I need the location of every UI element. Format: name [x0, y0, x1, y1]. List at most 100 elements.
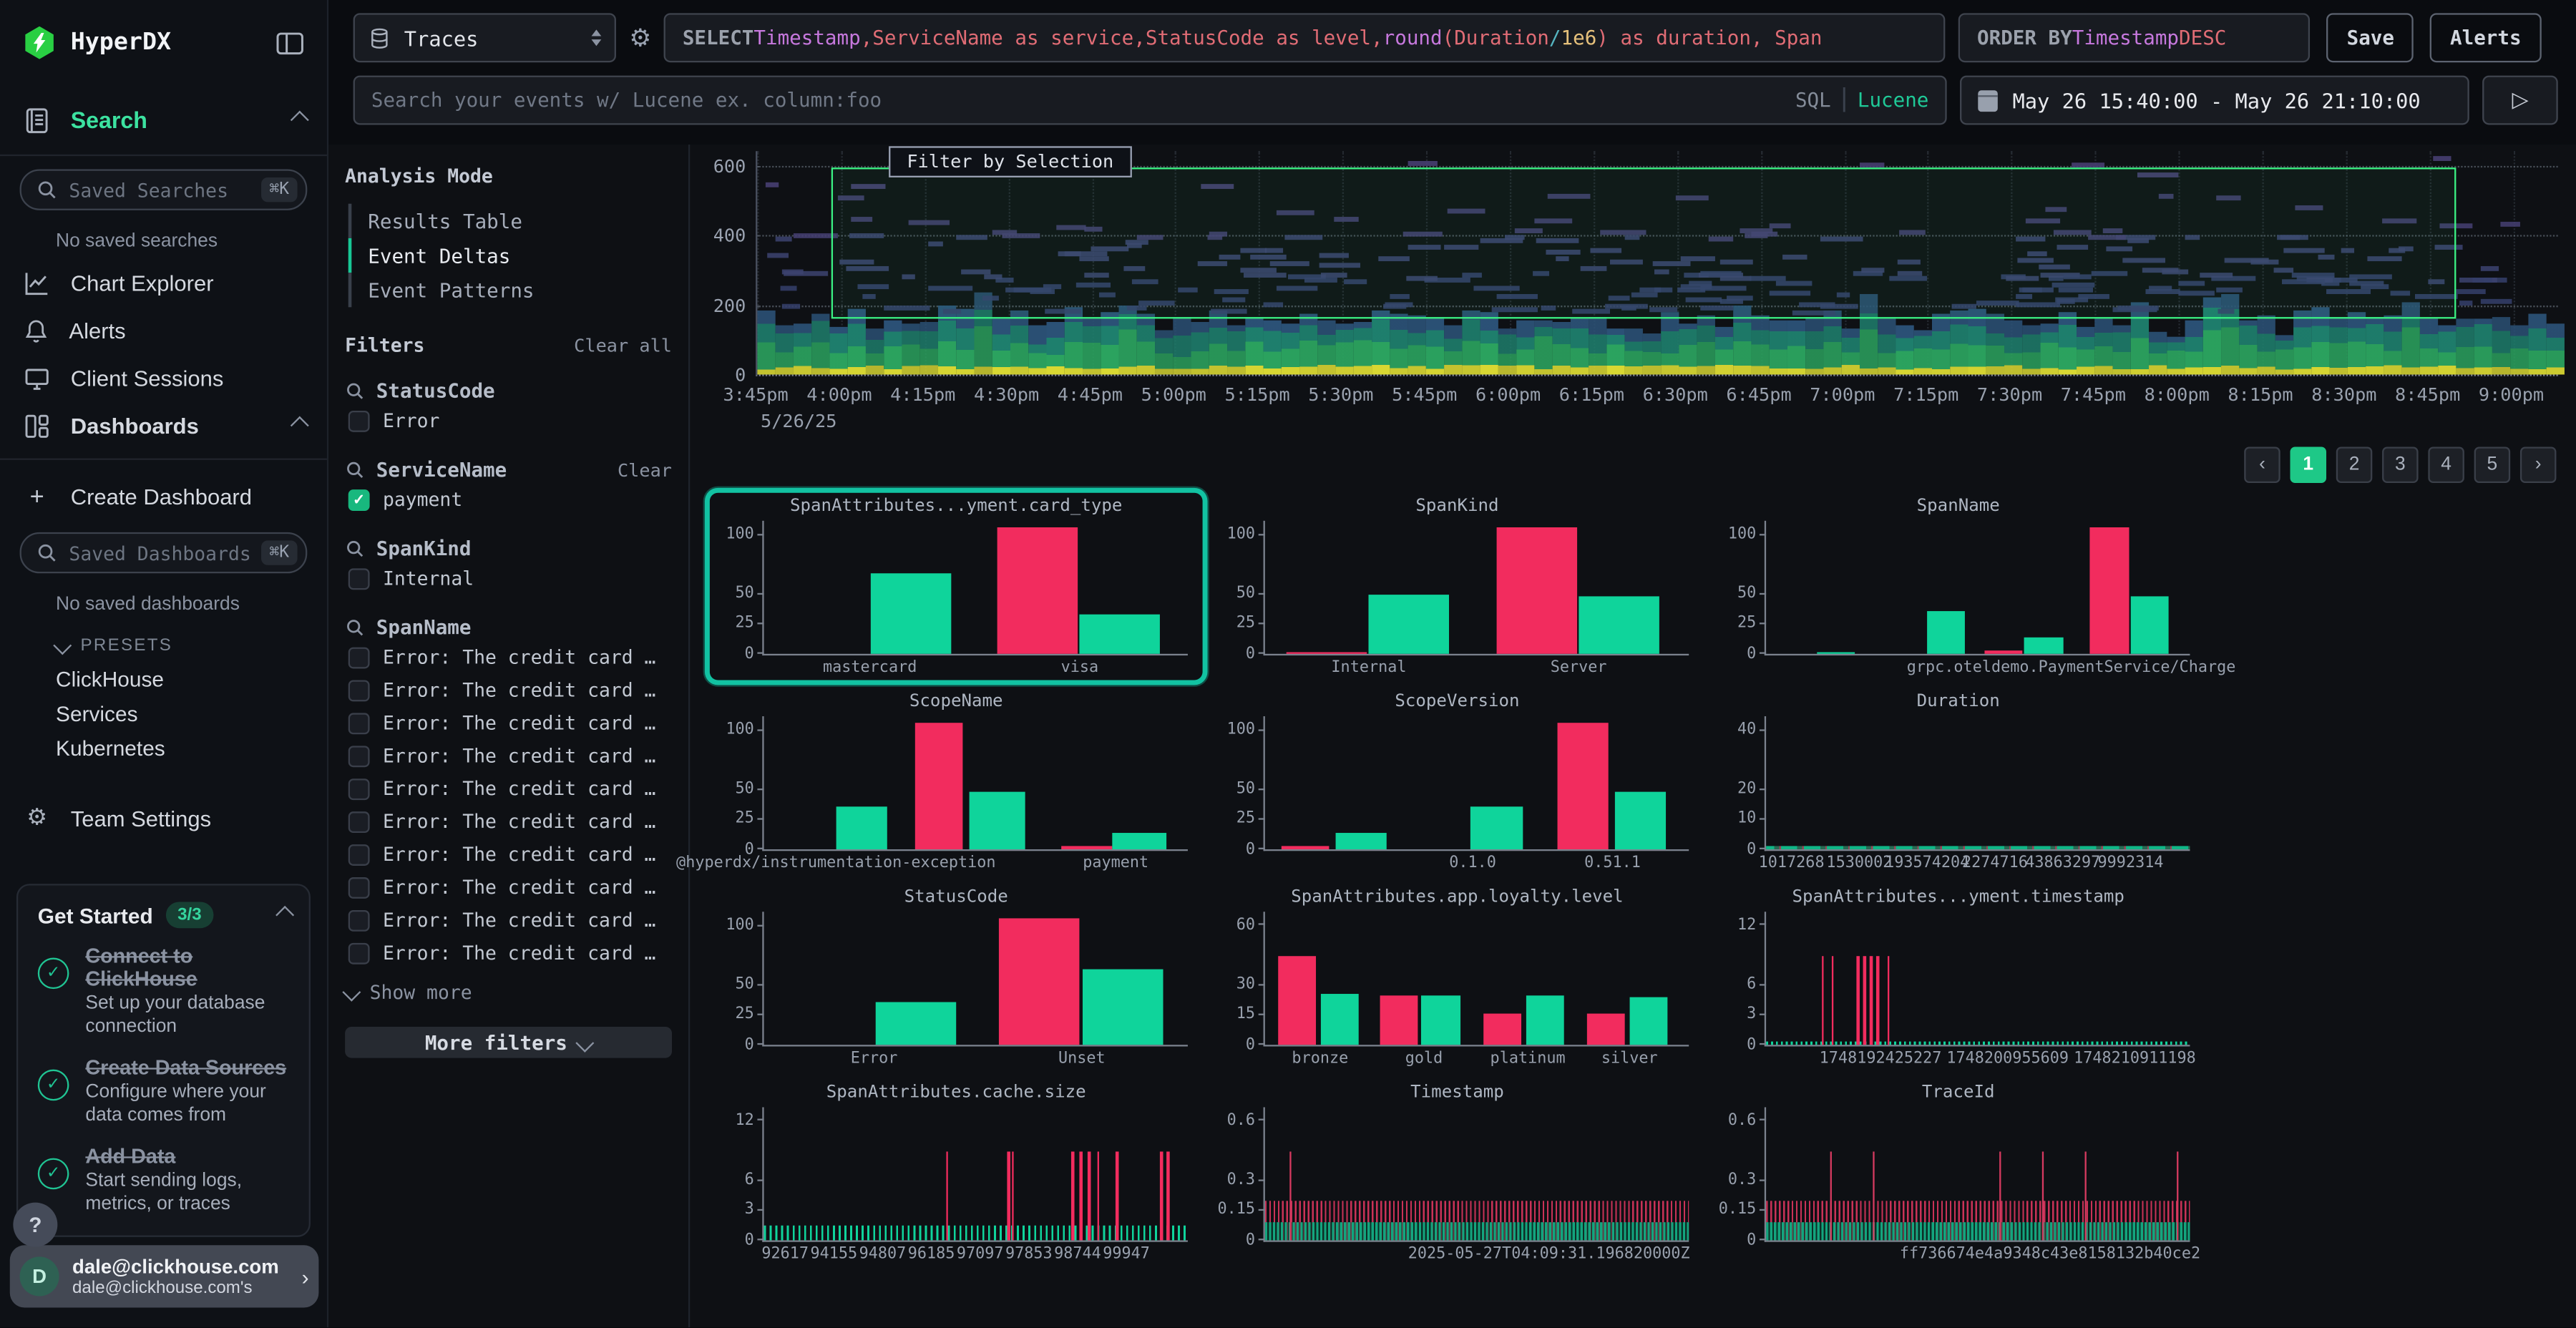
events-heatmap[interactable]: Filter by Selection [756, 151, 2558, 376]
checkbox[interactable] [348, 811, 370, 832]
sidebar-item-team-settings[interactable]: ⚙ Team Settings [0, 801, 327, 834]
mini-xtick-label: @hyperdx/instrumentation-exception [676, 854, 995, 872]
analysis-mode-option[interactable]: Results Table [345, 204, 672, 238]
checkbox[interactable]: ✓ [348, 489, 370, 510]
filter-group-clear-button[interactable]: Clear [618, 459, 672, 481]
preset-item-kubernetes[interactable]: Kubernetes [56, 736, 327, 759]
mini-chart[interactable]: SpanName02550100grpc.oteldemo.PaymentSer… [1712, 493, 2205, 680]
preset-item-clickhouse[interactable]: ClickHouse [56, 667, 327, 690]
sidebar-item-dashboards[interactable]: Dashboards [0, 409, 327, 442]
mini-chart-title: Timestamp [1211, 1083, 1704, 1103]
mini-chart[interactable]: TraceId00.150.30.6ff736674e4a9348c43e815… [1712, 1079, 2205, 1266]
mini-chart[interactable]: ScopeName02550100@hyperdx/instrumentatio… [710, 688, 1203, 876]
filter-option[interactable]: Error: The credit card … [345, 708, 672, 738]
checkbox[interactable] [348, 778, 370, 799]
clear-all-button[interactable]: Clear all [574, 334, 672, 356]
help-button[interactable]: ? [13, 1203, 57, 1247]
checkbox[interactable] [348, 712, 370, 733]
mini-chart-plot: 00.150.30.62025-05-27T04:09:31.196820000… [1264, 1107, 1689, 1241]
pagination-page-button[interactable]: 5 [2474, 446, 2511, 483]
filter-option[interactable]: Error: The credit card … [345, 905, 672, 934]
checkbox[interactable] [348, 877, 370, 898]
pagination-page-button[interactable]: 3 [2382, 446, 2419, 483]
filter-option[interactable]: Error: The credit card … [345, 839, 672, 869]
search-icon [345, 539, 365, 559]
pagination-page-button[interactable]: 2 [2336, 446, 2373, 483]
pagination-page-button[interactable]: 4 [2428, 446, 2464, 483]
saved-searches-input[interactable]: Saved Searches ⌘K [20, 169, 308, 210]
checkbox[interactable] [348, 909, 370, 931]
show-more-button[interactable]: Show more [345, 981, 672, 1004]
mini-chart[interactable]: ScopeVersion025501000.1.00.51.1 [1211, 688, 1704, 876]
mini-chart[interactable]: Duration01020401017268153000219357420422… [1712, 688, 2205, 876]
mini-xtick-label: Internal [1331, 659, 1406, 677]
presets-toggle[interactable]: PRESETS [56, 636, 327, 656]
checkbox[interactable] [348, 844, 370, 865]
collapse-sidebar-icon[interactable] [276, 30, 304, 54]
date-range-picker[interactable]: May 26 15:40:00 - May 26 21:10:00 [1960, 76, 2469, 125]
sidebar-item-alerts[interactable]: Alerts [0, 314, 327, 347]
mini-ytick-label: 25 [736, 616, 754, 632]
filter-option[interactable]: Error: The credit card … [345, 773, 672, 803]
mini-chart[interactable]: SpanAttributes...yment.card_type02550100… [710, 493, 1203, 680]
lang-toggle-sql[interactable]: SQL [1795, 89, 1831, 112]
checkbox[interactable] [348, 745, 370, 766]
search-input[interactable]: Search your events w/ Lucene ex. column:… [353, 76, 1947, 125]
filter-option[interactable]: Error: The credit card … [345, 806, 672, 836]
lang-toggle-lucene[interactable]: Lucene [1858, 89, 1929, 112]
heatmap-selection-region[interactable] [831, 168, 2456, 319]
checkbox[interactable] [348, 942, 370, 964]
checkbox[interactable] [348, 679, 370, 700]
mini-chart[interactable]: SpanAttributes.app.loyalty.level0153060b… [1211, 884, 1704, 1071]
filter-option[interactable]: Internal [345, 563, 672, 592]
query-settings-gear-icon[interactable]: ⚙ [629, 23, 651, 52]
dense-green-strip [1265, 1222, 1689, 1240]
filter-option[interactable]: Error: The credit card … [345, 872, 672, 902]
pagination-page-button[interactable]: 1 [2290, 446, 2327, 483]
sidebar-item-search[interactable]: Search [0, 102, 327, 138]
run-query-button[interactable]: ▷ [2482, 76, 2558, 125]
saved-dashboards-input[interactable]: Saved Dashboards ⌘K [20, 532, 308, 573]
more-filters-button[interactable]: More filters [345, 1027, 672, 1058]
heatmap-column [1028, 326, 1046, 374]
source-select[interactable]: Traces [353, 13, 616, 62]
get-started-item[interactable]: ✓Connect to ClickHouseSet up your databa… [38, 944, 289, 1040]
pagination-prev-button[interactable]: ‹ [2244, 446, 2280, 483]
filter-option[interactable]: Error: The credit card … [345, 938, 672, 967]
get-started-item[interactable]: ✓Create Data SourcesConfigure where your… [38, 1056, 289, 1128]
user-menu[interactable]: D dale@clickhouse.com dale@clickhouse.co… [10, 1245, 319, 1307]
mini-chart[interactable]: SpanAttributes...yment.timestamp03612174… [1712, 884, 2205, 1071]
sidebar-item-client-sessions[interactable]: Client Sessions [0, 361, 327, 394]
sidebar-item-chart-explorer[interactable]: Chart Explorer [0, 266, 327, 299]
bar [870, 573, 951, 654]
filter-option[interactable]: Error: The credit card … [345, 643, 672, 672]
preset-item-services[interactable]: Services [56, 701, 327, 724]
create-dashboard-button[interactable]: + Create Dashboard [0, 479, 327, 512]
mini-chart[interactable]: SpanKind02550100InternalServer [1211, 493, 1704, 680]
alerts-button[interactable]: Alerts [2430, 13, 2541, 62]
pagination-next-button[interactable]: › [2520, 446, 2557, 483]
mini-chart[interactable]: Timestamp 00.150.30.62025-05-27T04:09:31.… [1211, 1079, 1704, 1266]
filter-option[interactable]: Error [345, 406, 672, 435]
sql-orderby-input[interactable]: ORDER BY Timestamp DESC [1959, 13, 2311, 62]
save-button[interactable]: Save [2327, 13, 2414, 62]
search-icon [345, 460, 365, 480]
mini-chart[interactable]: SpanAttributes.cache.size036129261794155… [710, 1079, 1203, 1266]
analysis-mode-option[interactable]: Event Deltas [345, 238, 672, 273]
heatmap-column [1986, 314, 2004, 375]
filter-by-selection-button[interactable]: Filter by Selection [889, 146, 1131, 177]
heatmap-xtick-label: 7:30pm [1977, 384, 2042, 406]
checkbox[interactable] [348, 567, 370, 589]
filter-option[interactable]: Error: The credit card … [345, 741, 672, 770]
chevron-up-icon[interactable] [275, 906, 294, 924]
filter-option[interactable]: ✓payment [345, 484, 672, 514]
get-started-item[interactable]: ✓Add DataStart sending logs, metrics, or… [38, 1144, 289, 1216]
checkbox[interactable] [348, 410, 370, 431]
checkbox[interactable] [348, 646, 370, 668]
filter-option[interactable]: Error: The credit card … [345, 675, 672, 705]
tick-mark [1760, 924, 1766, 925]
mini-chart[interactable]: StatusCode02550100ErrorUnset [710, 884, 1203, 1071]
analysis-mode-option[interactable]: Event Patterns [345, 273, 672, 307]
sql-select-input[interactable]: SELECT Timestamp, ServiceName as service… [665, 13, 1946, 62]
mini-xtick-label: 2274716 [1962, 854, 2028, 872]
